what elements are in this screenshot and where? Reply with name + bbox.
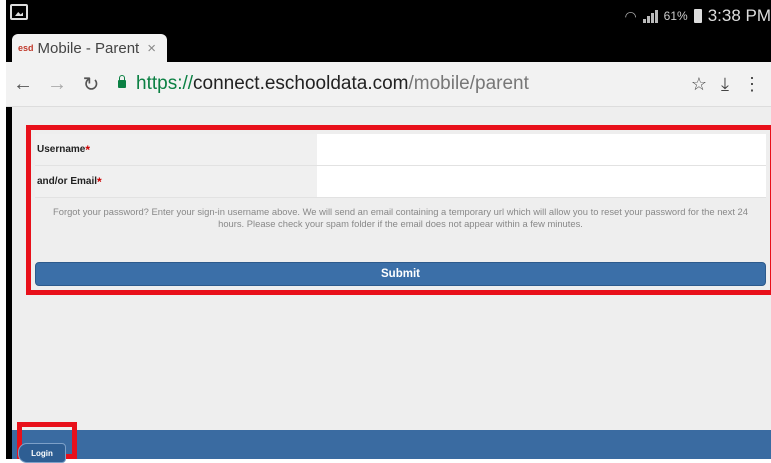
menu-dots-icon[interactable]: ⋮ [743,74,761,95]
tab-title: Mobile - Parent [37,39,140,57]
status-icons: ◠ 61% 3:38 PM [624,6,771,26]
email-row: and/or Email * [35,166,766,198]
submit-button[interactable]: Submit [35,262,766,286]
download-icon[interactable]: ⤓ [721,74,729,95]
bookmark-star-icon[interactable]: ☆ [691,74,707,95]
site-favicon: esd [18,43,34,53]
reload-icon[interactable]: ↻ [74,72,108,97]
clock: 3:38 PM [707,6,771,25]
email-input[interactable] [317,166,766,197]
lock-icon [118,75,126,88]
battery-percent: 61% [663,9,688,23]
browser-tab[interactable]: esd Mobile - Parent × [12,34,167,62]
wifi-icon: ◠ [624,7,637,24]
forward-icon[interactable]: → [40,73,74,96]
username-label: Username * [37,142,91,157]
address-bar: ← → ↻ https://connect.eschooldata.com/mo… [6,62,771,107]
battery-icon [693,9,702,23]
forgot-password-help-text: Forgot your password? Enter your sign-in… [53,206,748,229]
highlight-box-form: Username * and/or Email * Forgot your pass… [26,125,771,295]
device-frame: ◠ 61% 3:38 PM esd Mobile - Parent × ← → … [6,0,771,463]
username-row: Username * [35,134,766,166]
login-form: Username * and/or Email * Forgot your pass… [35,134,766,286]
signal-icon [642,9,658,23]
username-input[interactable] [317,134,766,165]
url-field[interactable]: https://connect.eschooldata.com/mobile/p… [136,73,691,95]
tab-close-icon[interactable]: × [147,40,156,57]
gallery-notification-icon [10,4,28,20]
back-icon[interactable]: ← [6,73,40,96]
tab-strip: esd Mobile - Parent × [6,32,771,62]
email-label: and/or Email * [37,174,102,189]
login-back-button[interactable]: Login [18,443,66,463]
footer-toolbar: Login [12,422,771,463]
status-bar: ◠ 61% 3:38 PM [6,0,771,32]
page-content: Username * and/or Email * Forgot your pass… [12,107,771,430]
